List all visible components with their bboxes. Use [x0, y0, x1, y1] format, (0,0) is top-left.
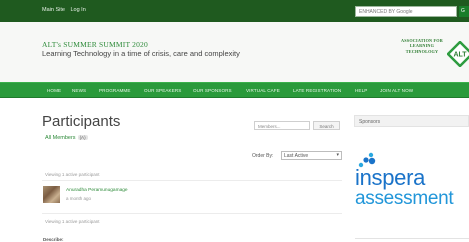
member-name-link[interactable]: Anuradha Peramunugamage	[66, 188, 128, 193]
site-search-button[interactable]: G	[459, 6, 469, 17]
nav-home[interactable]: HOME	[47, 88, 61, 93]
sponsors-widget-header: Sponsors	[354, 115, 469, 127]
nav-news[interactable]: NEWS	[72, 88, 86, 93]
members-count-badge: (A)	[77, 135, 88, 140]
sponsor-inspera-logo-sub[interactable]: assessment	[355, 189, 454, 209]
site-search-input[interactable]: ENHANCED BY Google	[355, 6, 457, 17]
divider	[355, 238, 469, 239]
site-tagline: Learning Technology in a time of crisis,…	[42, 49, 240, 58]
site-header: ALT's SUMMER SUMMIT 2020 Learning Techno…	[0, 22, 469, 82]
member-search-button[interactable]: Search	[313, 121, 340, 130]
avatar[interactable]	[43, 186, 60, 203]
alt-logo-mark: ALT	[453, 52, 467, 59]
member-search-input[interactable]: Members...	[254, 121, 310, 130]
tab-all-members[interactable]: All Members (A)	[45, 135, 88, 141]
sponsors-title: Sponsors	[359, 119, 381, 125]
nav-help[interactable]: HELP	[355, 88, 367, 93]
admin-bar: Main Site Log In ENHANCED BY Google G	[0, 0, 469, 22]
chevron-down-icon: ▾	[336, 152, 339, 158]
viewing-count-bottom: Viewing 1 active participant	[45, 219, 100, 224]
nav-our-sponsors[interactable]: OUR SPONSORS	[193, 88, 232, 93]
page-title: Participants	[42, 113, 121, 130]
divider	[42, 180, 342, 181]
order-by-select[interactable]: Last Active ▾	[281, 151, 342, 160]
order-by-value: Last Active	[284, 153, 309, 159]
alt-logo-text[interactable]: ASSOCIATION FOR LEARNING TECHNOLOGY	[397, 38, 447, 54]
site-title[interactable]: ALT's SUMMER SUMMIT 2020	[42, 40, 148, 49]
main-site-link[interactable]: Main Site	[42, 7, 65, 13]
viewing-count-top: Viewing 1 active participant	[45, 172, 100, 177]
order-by-label: Order By:	[252, 153, 274, 159]
members-tab-label[interactable]: All Members	[45, 135, 76, 141]
nav-our-speakers[interactable]: OUR SPEAKERS	[144, 88, 181, 93]
log-in-link[interactable]: Log In	[70, 7, 85, 13]
member-last-active: a month ago	[66, 196, 92, 201]
nav-late-registration[interactable]: LATE REGISTRATION	[293, 88, 341, 93]
nav-virtual-cafe[interactable]: VIRTUAL CAFE	[246, 88, 280, 93]
alt-logo-icon[interactable]: ALT	[447, 41, 469, 67]
main-nav: HOME NEWS PROGRAMME OUR SPEAKERS OUR SPO…	[0, 82, 469, 98]
describe-label: Describe:	[43, 237, 64, 242]
nav-programme[interactable]: PROGRAMME	[99, 88, 131, 93]
divider	[42, 213, 342, 214]
admin-links: Main Site Log In	[42, 7, 90, 13]
sponsor-inspera-logo[interactable]: inspera	[355, 167, 425, 189]
nav-join-alt-now[interactable]: JOIN ALT NOW	[380, 88, 413, 93]
